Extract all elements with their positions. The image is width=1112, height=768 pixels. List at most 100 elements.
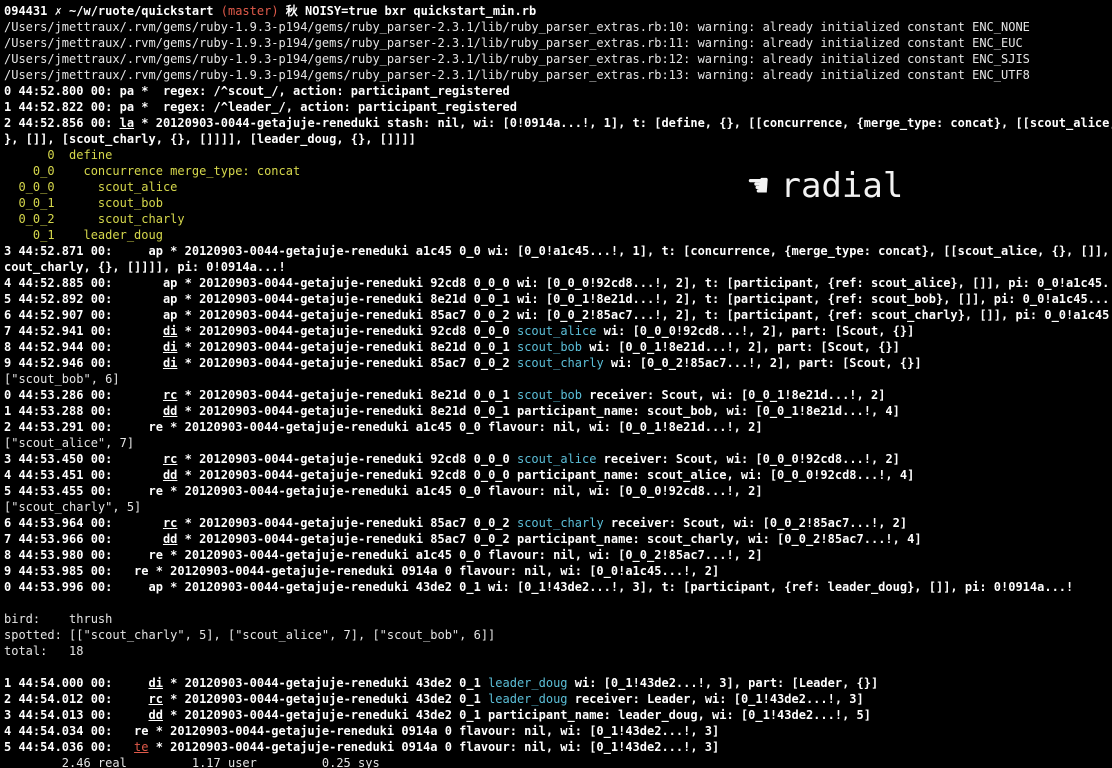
terminal-text: te xyxy=(134,740,149,754)
terminal-line: 6 44:53.964 00: rc * 20120903-0044-getaj… xyxy=(4,515,1112,531)
terminal-text: scout_bob xyxy=(516,388,582,402)
terminal-text: 0 44:53.996 00: ap * 20120903-0044-getaj… xyxy=(4,580,1074,594)
terminal-text: * 20120903-0044-getajuje-reneduki 8e21d … xyxy=(177,388,517,402)
terminal-text: 2 44:54.012 00: xyxy=(4,692,149,706)
terminal-text: 5 44:54.036 00: xyxy=(4,740,135,754)
terminal-text: rc xyxy=(162,452,178,466)
terminal-window[interactable]: 094431 ✗ ~/w/ruote/quickstart (master) 秋… xyxy=(0,0,1112,768)
terminal-line: 2 44:53.291 00: re * 20120903-0044-getaj… xyxy=(4,419,1112,435)
terminal-line: 7 44:52.941 00: di * 20120903-0044-getaj… xyxy=(4,323,1112,339)
terminal-text: * 20120903-0044-getajuje-reneduki 43de2 … xyxy=(162,708,871,722)
terminal-text: * 20120903-0044-getajuje-reneduki 8e21d … xyxy=(177,340,517,354)
terminal-text: ["scout_bob", 6] xyxy=(4,372,120,386)
terminal-text: * 20120903-0044-getajuje-reneduki 92cd8 … xyxy=(177,468,915,482)
terminal-text: 0_0_2 scout_charly xyxy=(4,212,185,226)
terminal-line: bird: thrush xyxy=(4,611,1112,627)
terminal-text: 6 44:53.964 00: xyxy=(4,516,163,530)
terminal-line: 2 44:54.012 00: rc * 20120903-0044-getaj… xyxy=(4,691,1112,707)
terminal-text: dd xyxy=(162,532,178,546)
terminal-line: ["scout_bob", 6] xyxy=(4,371,1112,387)
terminal-text: 0 define xyxy=(4,148,113,162)
terminal-text: 5 44:53.455 00: re * 20120903-0044-getaj… xyxy=(4,484,763,498)
terminal-text: 1 44:54.000 00: xyxy=(4,676,149,690)
terminal-text: 0_0 concurrence merge_type: concat xyxy=(4,164,301,178)
terminal-line: 0_1 leader_doug xyxy=(4,227,1112,243)
terminal-text: 1 44:53.288 00: xyxy=(4,404,163,418)
terminal-text: scout_charly xyxy=(516,356,604,370)
terminal-line: 9 44:53.985 00: re * 20120903-0044-getaj… xyxy=(4,563,1112,579)
terminal-line: 2.46 real 1.17 user 0.25 sys xyxy=(4,755,1112,768)
terminal-text: la xyxy=(119,116,135,130)
terminal-line: 8 44:52.944 00: di * 20120903-0044-getaj… xyxy=(4,339,1112,355)
terminal-text: dd xyxy=(162,404,178,418)
terminal-line: 0_0 concurrence merge_type: concat xyxy=(4,163,1112,179)
terminal-text: leader_doug xyxy=(488,692,568,706)
terminal-line: 3 44:53.450 00: rc * 20120903-0044-getaj… xyxy=(4,451,1112,467)
terminal-text: wi: [0_0_2!85ac7...!, 2], part: [Scout, … xyxy=(603,356,922,370)
terminal-line: 5 44:53.455 00: re * 20120903-0044-getaj… xyxy=(4,483,1112,499)
terminal-text: * 20120903-0044-getajuje-reneduki 85ac7 … xyxy=(177,532,922,546)
terminal-line: /Users/jmettraux/.rvm/gems/ruby-1.9.3-p1… xyxy=(4,51,1112,67)
terminal-text: 3 44:52.871 00: ap * 20120903-0044-getaj… xyxy=(4,244,1110,258)
terminal-line: 0 44:53.286 00: rc * 20120903-0044-getaj… xyxy=(4,387,1112,403)
terminal-text: * 20120903-0044-getajuje-reneduki 85ac7 … xyxy=(177,516,517,530)
terminal-text: 8 44:52.944 00: xyxy=(4,340,163,354)
terminal-line: 5 44:52.892 00: ap * 20120903-0044-getaj… xyxy=(4,291,1112,307)
terminal-line: cout_charly, {}, []]]], pi: 0!0914a...! xyxy=(4,259,1112,275)
terminal-text: 7 44:52.941 00: xyxy=(4,324,163,338)
terminal-line: ["scout_alice", 7] xyxy=(4,435,1112,451)
terminal-text: 0_0_1 scout_bob xyxy=(4,196,163,210)
terminal-text: scout_bob xyxy=(516,340,582,354)
terminal-text: scout_alice xyxy=(516,452,597,466)
terminal-text: 0_1 leader_doug xyxy=(4,228,163,242)
terminal-text: 2.46 real 1.17 user 0.25 sys xyxy=(4,756,380,768)
terminal-line: 0_0_2 scout_charly xyxy=(4,211,1112,227)
terminal-text: dd xyxy=(162,468,178,482)
terminal-line: ["scout_charly", 5] xyxy=(4,499,1112,515)
terminal-text: * 20120903-0044-getajuje-reneduki 92cd8 … xyxy=(177,324,517,338)
terminal-text: ["scout_alice", 7] xyxy=(4,436,135,450)
terminal-text: 3 44:54.013 00: xyxy=(4,708,149,722)
terminal-text: 4 44:54.034 00: re * 20120903-0044-getaj… xyxy=(4,724,720,738)
terminal-line: 4 44:54.034 00: re * 20120903-0044-getaj… xyxy=(4,723,1112,739)
terminal-text: 秋 NOISY=true bxr quickstart_min.rb xyxy=(278,4,537,18)
terminal-line: /Users/jmettraux/.rvm/gems/ruby-1.9.3-p1… xyxy=(4,35,1112,51)
terminal-line: 8 44:53.980 00: re * 20120903-0044-getaj… xyxy=(4,547,1112,563)
terminal-line: 6 44:52.907 00: ap * 20120903-0044-getaj… xyxy=(4,307,1112,323)
terminal-text: 5 44:52.892 00: ap * 20120903-0044-getaj… xyxy=(4,292,1112,306)
terminal-text: * 20120903-0044-getajuje-reneduki 85ac7 … xyxy=(177,356,517,370)
pointing-hand-icon: ☚ xyxy=(748,166,769,206)
terminal-line: spotted: [["scout_charly", 5], ["scout_a… xyxy=(4,627,1112,643)
terminal-text: rc xyxy=(162,516,178,530)
terminal-line: 0_0_1 scout_bob xyxy=(4,195,1112,211)
terminal-text: * 20120903-0044-getajuje-reneduki 8e21d … xyxy=(177,404,900,418)
terminal-text: leader_doug xyxy=(488,676,568,690)
terminal-line: 1 44:53.288 00: dd * 20120903-0044-getaj… xyxy=(4,403,1112,419)
terminal-text: receiver: Leader, wi: [0_1!43de2...!, 3] xyxy=(567,692,864,706)
terminal-line: 094431 ✗ ~/w/ruote/quickstart (master) 秋… xyxy=(4,3,1112,19)
terminal-text: rc xyxy=(148,692,163,706)
radial-label: radial xyxy=(780,166,904,206)
terminal-text: 2 44:53.291 00: re * 20120903-0044-getaj… xyxy=(4,420,763,434)
terminal-text: cout_charly, {}, []]]], pi: 0!0914a...! xyxy=(4,260,286,274)
terminal-text: 2 44:52.856 00: xyxy=(4,116,120,130)
terminal-line: 1 44:52.822 00: pa * regex: /^leader_/, … xyxy=(4,99,1112,115)
terminal-line: 2 44:52.856 00: la * 20120903-0044-getaj… xyxy=(4,115,1112,131)
terminal-text: receiver: Scout, wi: [0_0_0!92cd8...!, 2… xyxy=(596,452,900,466)
terminal-text: 3 44:53.450 00: xyxy=(4,452,163,466)
terminal-text: ["scout_charly", 5] xyxy=(4,500,142,514)
terminal-text: spotted: [["scout_charly", 5], ["scout_a… xyxy=(4,628,496,642)
terminal-text: scout_charly xyxy=(516,516,604,530)
terminal-text: * 20120903-0044-getajuje-reneduki 92cd8 … xyxy=(177,452,517,466)
terminal-text: di xyxy=(148,676,163,690)
terminal-text: * 20120903-0044-getajuje-reneduki 0914a … xyxy=(148,740,720,754)
terminal-text: }, []], [scout_charly, {}, []]]], [leade… xyxy=(4,132,416,146)
terminal-text: 094431 ✗ ~/w/ruote/quickstart xyxy=(4,4,221,18)
terminal-text: 9 44:53.985 00: re * 20120903-0044-getaj… xyxy=(4,564,720,578)
terminal-text: total: 18 xyxy=(4,644,84,658)
terminal-text: 0_0_0 scout_alice xyxy=(4,180,178,194)
terminal-line: 4 44:52.885 00: ap * 20120903-0044-getaj… xyxy=(4,275,1112,291)
terminal-line: 1 44:54.000 00: di * 20120903-0044-getaj… xyxy=(4,675,1112,691)
